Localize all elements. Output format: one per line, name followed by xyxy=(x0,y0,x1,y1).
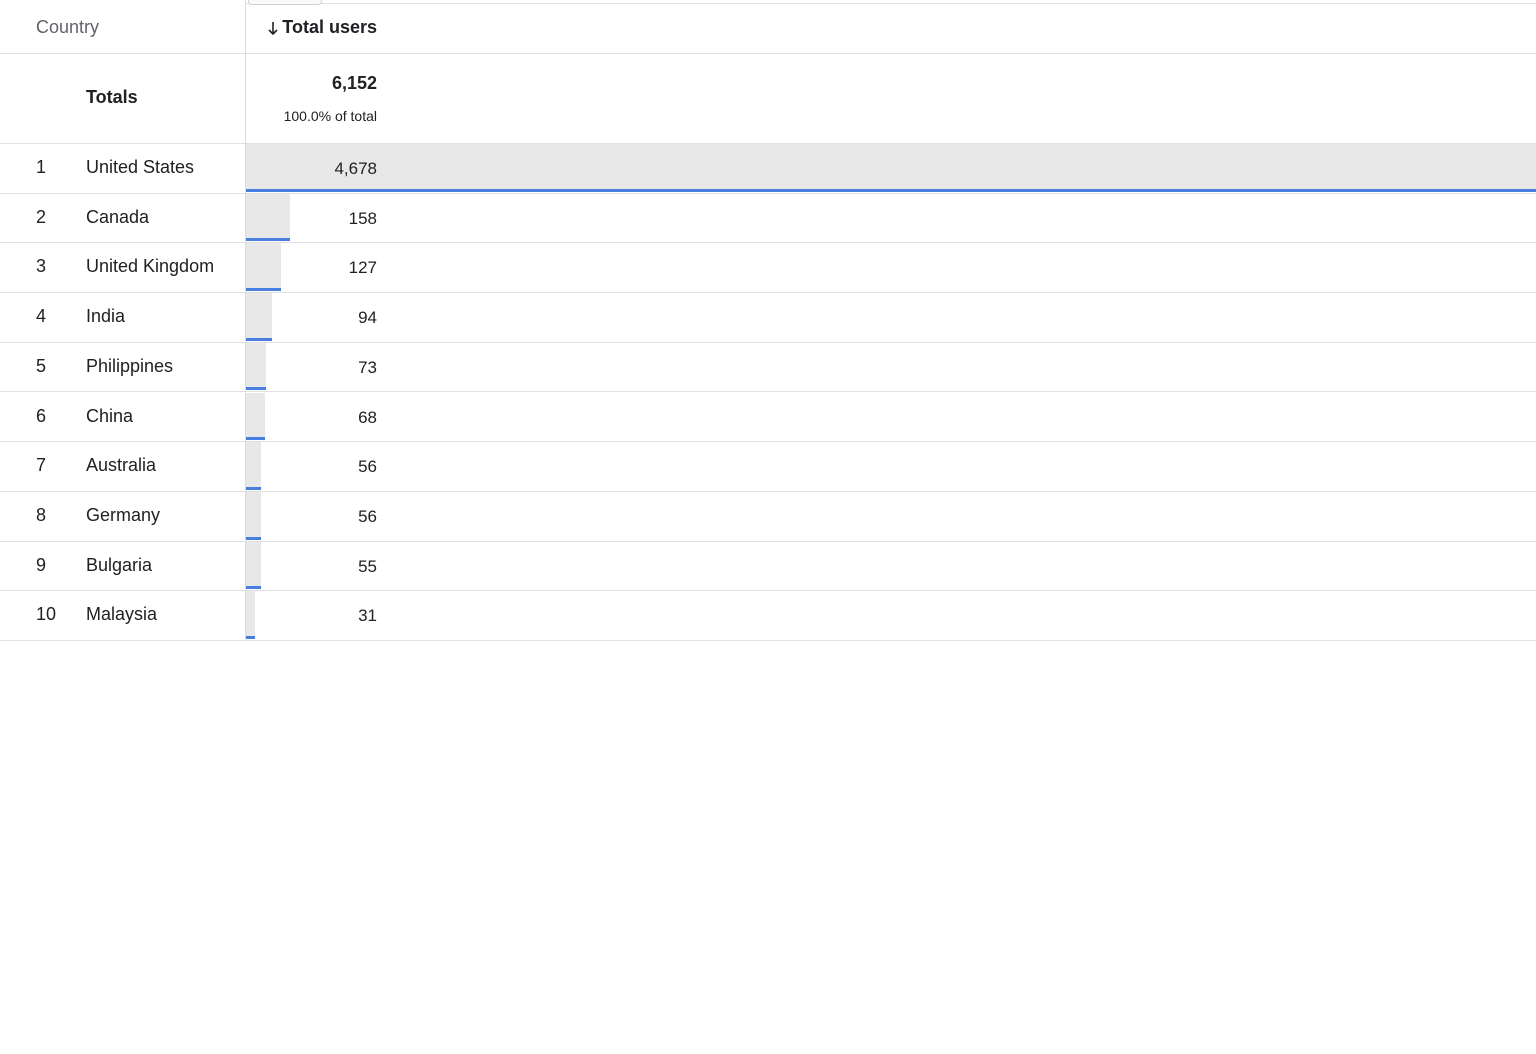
row-country[interactable]: United States xyxy=(86,157,194,178)
value-bar-accent xyxy=(246,635,255,639)
value-bar xyxy=(246,243,282,292)
value-bar xyxy=(246,392,265,441)
row-country[interactable]: India xyxy=(86,306,125,327)
row-total-users: 68 xyxy=(358,407,377,427)
table-row[interactable]: 5 Philippines 73 xyxy=(0,342,1536,393)
row-total-users: 158 xyxy=(348,208,377,228)
value-bar xyxy=(246,342,267,391)
value-bar xyxy=(246,144,1536,192)
row-country[interactable]: Germany xyxy=(86,505,160,526)
row-total-users: 56 xyxy=(358,457,377,477)
value-bar xyxy=(246,442,262,490)
row-country[interactable]: Malaysia xyxy=(86,604,157,625)
value-bar-accent xyxy=(246,387,267,391)
column-divider xyxy=(245,392,246,442)
header-total-users[interactable]: Total users xyxy=(267,17,377,38)
row-rank: 4 xyxy=(36,306,47,327)
column-divider xyxy=(245,342,246,392)
arrow-down-icon[interactable] xyxy=(267,20,279,36)
table-row[interactable]: 6 China 68 xyxy=(0,392,1536,443)
totals-label: Totals xyxy=(86,87,138,107)
totals-percent: 100.0% of total xyxy=(283,108,377,124)
value-bar-accent xyxy=(246,536,262,540)
column-divider xyxy=(245,193,246,243)
value-bar-accent xyxy=(246,337,272,341)
row-total-users: 73 xyxy=(358,357,377,377)
row-rank: 7 xyxy=(36,455,47,476)
row-country[interactable]: China xyxy=(86,406,133,427)
value-bar-accent xyxy=(246,586,262,590)
row-country[interactable]: Philippines xyxy=(86,356,173,377)
value-bar xyxy=(246,541,262,590)
value-bar xyxy=(246,491,262,540)
row-rank: 10 xyxy=(36,604,57,625)
table-row[interactable]: 3 United Kingdom 127 xyxy=(0,243,1536,294)
table-row[interactable]: 4 India 94 xyxy=(0,293,1536,343)
row-country[interactable]: Canada xyxy=(86,207,149,228)
value-bar-accent xyxy=(246,238,290,242)
column-divider xyxy=(245,442,246,491)
row-rank: 8 xyxy=(36,504,47,525)
row-country[interactable]: United Kingdom xyxy=(86,256,214,277)
column-divider xyxy=(245,541,246,591)
column-divider xyxy=(245,293,246,342)
value-bar xyxy=(246,591,255,639)
column-divider xyxy=(245,491,246,541)
row-rank: 5 xyxy=(36,355,47,376)
row-total-users: 56 xyxy=(358,506,377,526)
column-divider xyxy=(245,591,246,640)
row-rank: 3 xyxy=(36,256,47,277)
table-header-row: Country Total users xyxy=(0,0,1536,54)
column-divider xyxy=(245,0,246,53)
value-bar xyxy=(246,193,290,242)
value-bar xyxy=(246,293,272,341)
value-bar-accent xyxy=(246,486,262,490)
table-row[interactable]: 7 Australia 56 xyxy=(0,442,1536,492)
row-rank: 9 xyxy=(36,554,47,575)
totals-row: Totals 6,152 100.0% of total xyxy=(0,54,1536,144)
row-country[interactable]: Bulgaria xyxy=(86,555,152,576)
table-row[interactable]: 2 Canada 158 xyxy=(0,193,1536,244)
row-total-users: 94 xyxy=(358,308,377,328)
value-bar-accent xyxy=(246,437,265,441)
header-total-users-label: Total users xyxy=(282,17,377,37)
row-rank: 6 xyxy=(36,405,47,426)
column-divider xyxy=(245,54,246,143)
column-divider xyxy=(245,144,246,193)
row-rank: 2 xyxy=(36,206,47,227)
table-row[interactable]: 1 United States 4,678 xyxy=(0,144,1536,194)
row-total-users: 31 xyxy=(358,606,377,626)
value-bar-accent xyxy=(246,188,1536,192)
totals-value: 6,152 xyxy=(331,73,377,93)
table-row[interactable]: 8 Germany 56 xyxy=(0,491,1536,542)
row-total-users: 4,678 xyxy=(334,159,377,178)
column-divider xyxy=(245,243,246,293)
row-country[interactable]: Australia xyxy=(86,455,156,476)
table-row[interactable]: 10 Malaysia 31 xyxy=(0,591,1536,641)
row-total-users: 127 xyxy=(348,258,377,278)
header-country[interactable]: Country xyxy=(36,17,99,38)
row-rank: 1 xyxy=(36,157,47,177)
table-row[interactable]: 9 Bulgaria 55 xyxy=(0,541,1536,592)
value-bar-accent xyxy=(246,288,282,292)
row-total-users: 55 xyxy=(358,556,377,576)
